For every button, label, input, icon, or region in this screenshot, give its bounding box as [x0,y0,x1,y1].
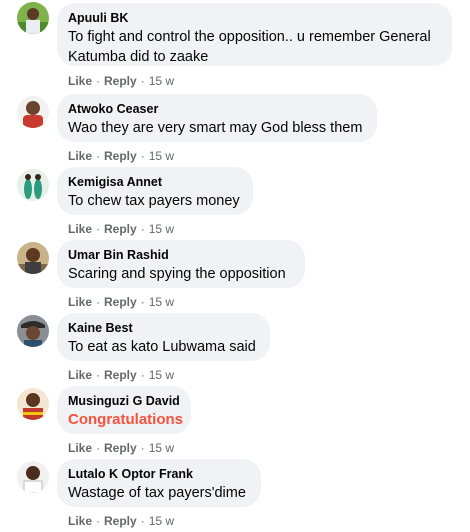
separator: · [96,74,101,88]
avatar[interactable] [17,388,49,420]
comment-actions: Like · Reply · 15 w [68,440,174,456]
comment-actions: Like · Reply · 15 w [68,367,174,383]
reply-button[interactable]: Reply [104,368,137,382]
comment-author[interactable]: Apuuli BK [68,10,440,26]
comment-bubble: Umar Bin Rashid Scaring and spying the o… [57,240,305,288]
comment-author[interactable]: Kaine Best [68,320,258,336]
comment-text: Congratulations [68,411,183,428]
like-button[interactable]: Like [68,222,92,236]
timestamp[interactable]: 15 w [149,149,174,163]
like-button[interactable]: Like [68,149,92,163]
reply-button[interactable]: Reply [104,295,137,309]
timestamp[interactable]: 15 w [149,74,174,88]
comment-author[interactable]: Musinguzi G David [68,393,180,409]
separator: · [140,74,145,88]
avatar[interactable] [17,2,49,34]
comment-actions: Like · Reply · 15 w [68,148,174,164]
separator: · [96,368,101,382]
reply-button[interactable]: Reply [104,222,137,236]
timestamp[interactable]: 15 w [149,222,174,236]
comment-bubble: Lutalo K Optor Frank Wastage of tax paye… [57,459,261,507]
separator: · [140,441,145,455]
like-button[interactable]: Like [68,514,92,528]
comment-actions: Like · Reply · 15 w [68,221,174,237]
timestamp[interactable]: 15 w [149,514,174,528]
comment-author[interactable]: Umar Bin Rashid [68,247,293,263]
timestamp[interactable]: 15 w [149,441,174,455]
comment-text: Wao they are very smart may God bless th… [68,120,363,136]
comment-text: To chew tax payers money [68,193,240,209]
reply-button[interactable]: Reply [104,514,137,528]
comment-author[interactable]: Kemigisa Annet [68,174,241,190]
reply-button[interactable]: Reply [104,149,137,163]
separator: · [140,368,145,382]
separator: · [140,514,145,528]
like-button[interactable]: Like [68,295,92,309]
separator: · [140,295,145,309]
reply-button[interactable]: Reply [104,74,137,88]
comment-actions: Like · Reply · 15 w [68,294,174,310]
comment-bubble: Apuuli BK To fight and control the oppos… [57,3,452,66]
timestamp[interactable]: 15 w [149,295,174,309]
separator: · [96,222,101,236]
avatar[interactable] [17,242,49,274]
comment-bubble: Kemigisa Annet To chew tax payers money [57,167,253,215]
avatar[interactable] [17,169,49,201]
comment-thread: Apuuli BK To fight and control the oppos… [0,0,470,532]
like-button[interactable]: Like [68,441,92,455]
comment-text: To eat as kato Lubwama said [68,339,256,355]
separator: · [96,149,101,163]
comment-text: Wastage of tax payers'dime [68,485,246,501]
like-button[interactable]: Like [68,74,92,88]
separator: · [140,149,145,163]
comment-actions: Like · Reply · 15 w [68,513,174,529]
avatar[interactable] [17,461,49,493]
avatar[interactable] [17,96,49,128]
timestamp[interactable]: 15 w [149,368,174,382]
comment-bubble: Atwoko Ceaser Wao they are very smart ma… [57,94,377,142]
comment-actions: Like · Reply · 15 w [68,73,174,89]
avatar[interactable] [17,315,49,347]
comment-author[interactable]: Atwoko Ceaser [68,101,365,117]
separator: · [96,295,101,309]
separator: · [96,514,101,528]
comment-bubble: Musinguzi G David Congratulations [57,386,191,434]
comment-bubble: Kaine Best To eat as kato Lubwama said [57,313,270,361]
like-button[interactable]: Like [68,368,92,382]
separator: · [96,441,101,455]
comment-text: To fight and control the opposition.. u … [68,29,431,65]
comment-author[interactable]: Lutalo K Optor Frank [68,466,249,482]
reply-button[interactable]: Reply [104,441,137,455]
separator: · [140,222,145,236]
comment-text: Scaring and spying the opposition [68,266,286,282]
